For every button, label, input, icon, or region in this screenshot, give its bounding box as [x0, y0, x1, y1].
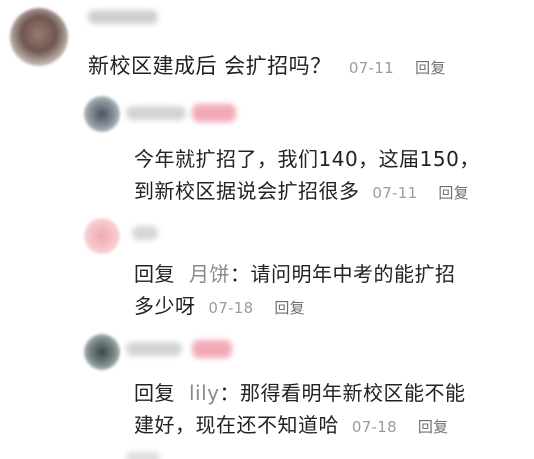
commenter-avatar[interactable]: [10, 8, 68, 66]
reply3-avatar[interactable]: [84, 334, 120, 370]
commenter-name-blurred[interactable]: [88, 10, 158, 24]
reply2-time: 07-18: [208, 299, 254, 317]
reply3-row1: 回复 lily：那得看明年新校区能不能: [134, 377, 466, 406]
next-reply-name-blurred: [126, 452, 160, 459]
reply2-reply-button[interactable]: 回复: [274, 299, 305, 317]
reply3-line1: 那得看明年新校区能不能: [240, 381, 466, 405]
reply2-avatar[interactable]: [84, 218, 120, 254]
reply3-lead: 回复: [134, 381, 175, 405]
comment-row: 新校区建成后 会扩招吗？ 07-11 回复: [88, 50, 446, 80]
comment-text: 新校区建成后 会扩招吗？: [88, 54, 332, 78]
reply1-name-blurred[interactable]: [126, 106, 186, 120]
reply3-badge-blurred: [192, 340, 232, 358]
reply3-time: 07-18: [351, 418, 397, 436]
reply1-avatar[interactable]: [84, 96, 120, 132]
comment-thread: 新校区建成后 会扩招吗？ 07-11 回复 今年就扩招了，我们140，这届150…: [0, 0, 534, 459]
reply2-mention[interactable]: 月饼: [189, 262, 230, 286]
comment-time: 07-11: [348, 59, 394, 77]
reply2-lead: 回复: [134, 262, 175, 286]
reply2-line1: 请问明年中考的能扩招: [250, 262, 456, 286]
reply3-mention[interactable]: lily: [189, 381, 220, 405]
reply2-row2: 多少呀 07-18 回复: [134, 290, 305, 319]
comment-reply-button[interactable]: 回复: [415, 59, 446, 77]
reply1-row2: 到新校区据说会扩招很多 07-11 回复: [134, 175, 469, 204]
reply3-line2: 建好，现在还不知道哈: [134, 413, 339, 437]
reply3-reply-button[interactable]: 回复: [418, 418, 449, 436]
reply1-reply-button[interactable]: 回复: [438, 184, 469, 202]
reply3-row2: 建好，现在还不知道哈 07-18 回复: [134, 409, 448, 438]
reply2-row1: 回复 月饼：请问明年中考的能扩招: [134, 258, 456, 287]
reply1-line2: 到新校区据说会扩招很多: [134, 179, 360, 203]
reply3-name-blurred[interactable]: [126, 342, 182, 356]
reply2-name-blurred[interactable]: [132, 226, 158, 240]
reply3-separator: ：: [219, 381, 241, 405]
reply1-line1: 今年就扩招了，我们140，这届150，: [134, 147, 480, 171]
reply2-separator: ：: [230, 262, 251, 286]
reply2-line2: 多少呀: [134, 294, 196, 318]
reply1-time: 07-11: [372, 184, 418, 202]
reply1-badge-blurred: [192, 104, 236, 122]
